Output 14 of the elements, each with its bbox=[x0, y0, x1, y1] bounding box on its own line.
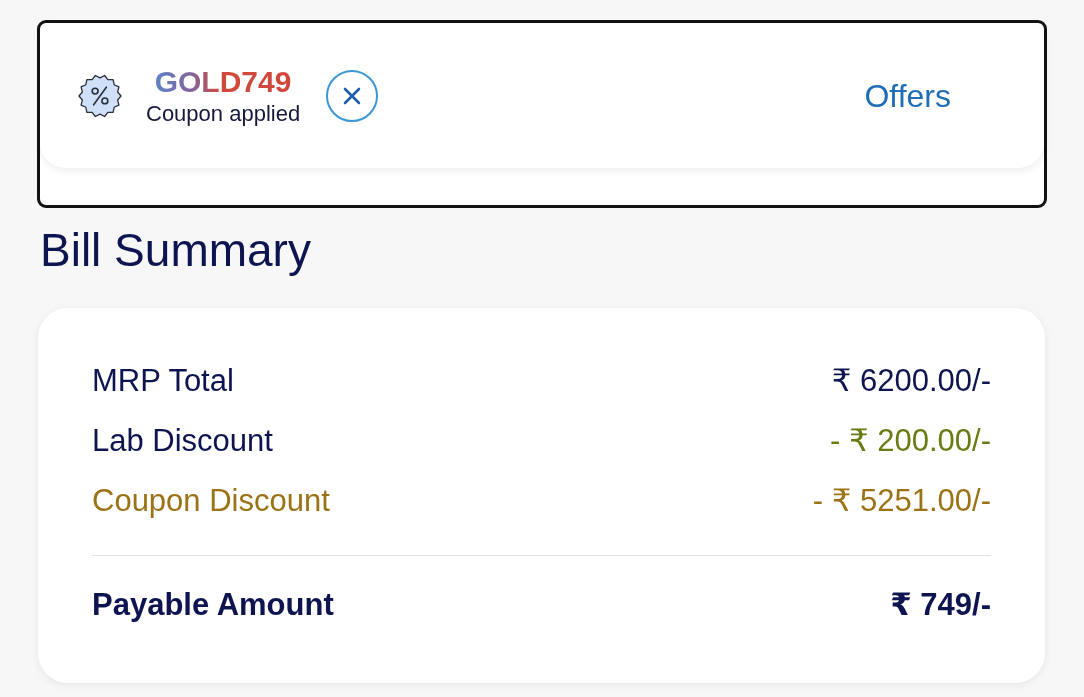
bill-summary-title: Bill Summary bbox=[40, 223, 312, 278]
offers-link[interactable]: Offers bbox=[864, 77, 951, 115]
row-label: MRP Total bbox=[92, 362, 234, 400]
total-amount: ₹ 749/- bbox=[890, 586, 991, 624]
amount-value: ₹ 6200.00/- bbox=[831, 362, 991, 400]
row-label: Coupon Discount bbox=[92, 482, 330, 520]
row-label: Lab Discount bbox=[92, 422, 273, 460]
total-label: Payable Amount bbox=[92, 586, 334, 624]
amount-value: - ₹ 200.00/- bbox=[829, 422, 991, 460]
discount-badge-icon bbox=[78, 73, 122, 119]
close-icon bbox=[343, 87, 362, 105]
amount-value: - ₹ 5251.00/- bbox=[812, 482, 991, 520]
remove-coupon-button[interactable] bbox=[326, 70, 379, 122]
coupon-status: Coupon applied bbox=[146, 101, 301, 127]
